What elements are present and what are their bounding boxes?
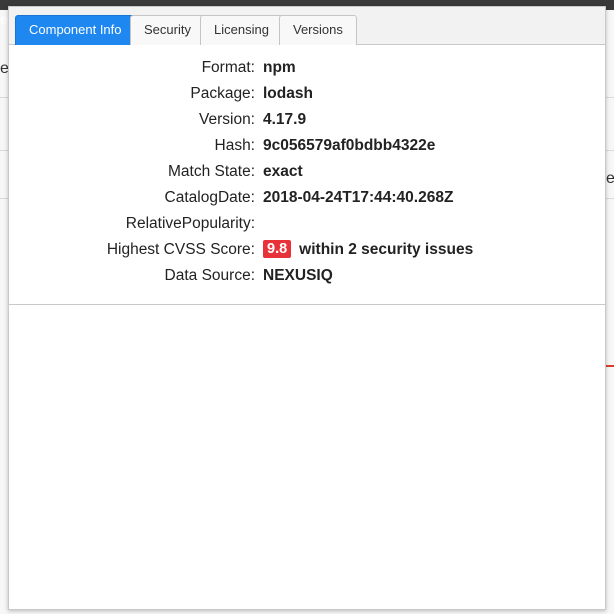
info-label: Format: (201, 59, 255, 76)
info-value: 2018-04-24T17:44:40.268Z (263, 189, 454, 206)
background-text-fragment: ey (606, 170, 614, 187)
info-row-hash: Hash: 9c056579af0bdbb4322e (9, 133, 605, 159)
cvss-score-badge: 9.8 (263, 240, 292, 258)
info-value: exact (263, 163, 303, 180)
tab-component-info[interactable]: Component Info (15, 15, 136, 45)
info-label: Highest CVSS Score: (106, 241, 255, 258)
info-value: NEXUSIQ (263, 267, 333, 284)
background-accent-line (606, 365, 614, 367)
info-row-package: Package: lodash (9, 81, 605, 107)
tab-security[interactable]: Security (130, 15, 205, 45)
info-label: Version: (198, 111, 255, 128)
info-row-highest-cvss-score: Highest CVSS Score: 9.8 within 2 security… (9, 237, 605, 263)
component-info-panel: Format: npm Package: lodash Version: 4.1… (9, 45, 605, 305)
info-label: Match State: (167, 163, 255, 180)
info-value: npm (263, 59, 296, 76)
info-label: CatalogDate: (164, 189, 255, 206)
info-value: 9c056579af0bdbb4322e (263, 137, 436, 154)
tab-versions[interactable]: Versions (279, 15, 357, 45)
info-label: RelativePopularity: (125, 215, 255, 232)
info-row-version: Version: 4.17.9 (9, 107, 605, 133)
background-text-fragment: e (0, 11, 8, 27)
info-value: 4.17.9 (263, 111, 307, 128)
component-details-popup: Component Info Security Licensing Versio… (8, 6, 606, 610)
info-row-data-source: Data Source: NEXUSIQ (9, 263, 605, 289)
tab-licensing[interactable]: Licensing (200, 15, 283, 45)
info-value: 9.8 within 2 security issues (263, 237, 473, 263)
info-label: Package: (190, 85, 255, 102)
tab-bar: Component Info Security Licensing Versio… (9, 7, 605, 45)
info-row-relative-popularity: RelativePopularity: (9, 211, 605, 237)
security-issues-summary: within 2 security issues (299, 241, 474, 258)
info-value: lodash (263, 85, 313, 102)
info-row-catalog-date: CatalogDate: 2018-04-24T17:44:40.268Z (9, 185, 605, 211)
info-label: Data Source: (164, 267, 255, 284)
info-row-match-state: Match State: exact (9, 159, 605, 185)
info-label: Hash: (214, 137, 256, 154)
info-row-format: Format: npm (9, 55, 605, 81)
